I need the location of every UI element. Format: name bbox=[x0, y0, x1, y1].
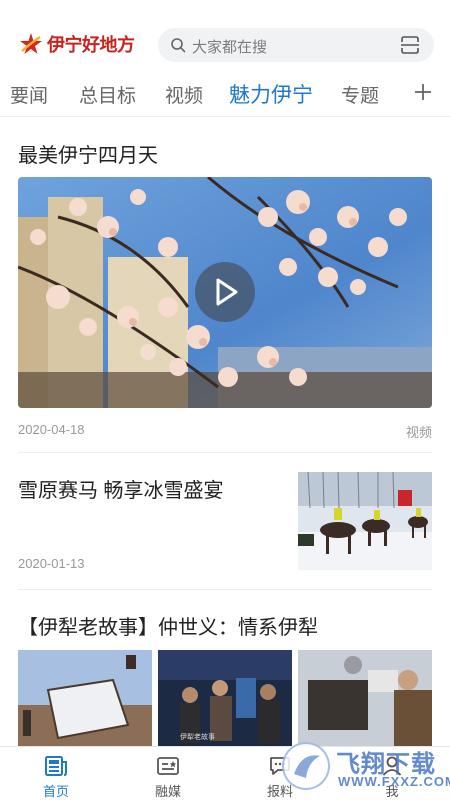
article-title[interactable]: 【伊犁老故事】仲世义：情系伊犁 bbox=[18, 611, 318, 640]
logo-text: 伊宁好地方 bbox=[47, 35, 135, 55]
watermark-logo-icon bbox=[282, 742, 330, 790]
watermark-url: WWW.FXXZ.COM bbox=[338, 774, 450, 789]
play-button[interactable] bbox=[195, 262, 255, 322]
gallery-image[interactable] bbox=[298, 650, 432, 748]
article-date: 2020-04-18 bbox=[18, 422, 85, 437]
gallery-image[interactable] bbox=[18, 650, 152, 748]
article-type-tag: 视频 bbox=[405, 425, 432, 440]
search-placeholder: 大家都在搜 bbox=[192, 39, 268, 56]
article-date: 2020-01-13 bbox=[18, 556, 85, 571]
nav-label: 首页 bbox=[42, 784, 69, 799]
search-icon bbox=[171, 38, 186, 53]
nav-media[interactable]: 融媒 bbox=[112, 747, 224, 800]
tab-meili-yining[interactable]: 魅力伊宁 bbox=[229, 79, 313, 109]
logo-star-icon bbox=[20, 33, 42, 54]
news-home-icon bbox=[45, 756, 67, 776]
nav-home[interactable]: 首页 bbox=[0, 747, 112, 800]
article-thumbnail[interactable] bbox=[298, 472, 432, 570]
play-icon bbox=[216, 278, 238, 306]
channel-tabs: 要闻 总目标 视频 魅力伊宁 专题 bbox=[0, 72, 450, 116]
app-logo: 伊宁好地方 bbox=[18, 31, 135, 57]
tab-video[interactable]: 视频 bbox=[165, 81, 203, 108]
video-player[interactable] bbox=[18, 177, 432, 408]
scan-icon[interactable] bbox=[400, 36, 420, 54]
article-title[interactable]: 最美伊宁四月天 bbox=[18, 139, 158, 168]
tab-zhuanti[interactable]: 专题 bbox=[341, 81, 379, 108]
app-header: 伊宁好地方 大家都在搜 bbox=[0, 0, 450, 72]
article-title[interactable]: 雪原赛马 畅享冰雪盛宴 bbox=[18, 474, 224, 503]
tab-zongmubiao[interactable]: 总目标 bbox=[79, 81, 136, 108]
tab-yaowen[interactable]: 要闻 bbox=[10, 81, 48, 108]
search-bar[interactable]: 大家都在搜 bbox=[158, 28, 434, 62]
add-channel-icon[interactable] bbox=[411, 80, 435, 104]
media-card-icon bbox=[157, 757, 179, 775]
image-caption: 伊犁老故事 bbox=[180, 734, 215, 741]
nav-label: 融媒 bbox=[154, 784, 181, 799]
gallery-image[interactable]: 伊犁老故事 bbox=[158, 650, 292, 748]
watermark: 飞翔下载 WWW.FXXZ.COM bbox=[282, 738, 450, 794]
